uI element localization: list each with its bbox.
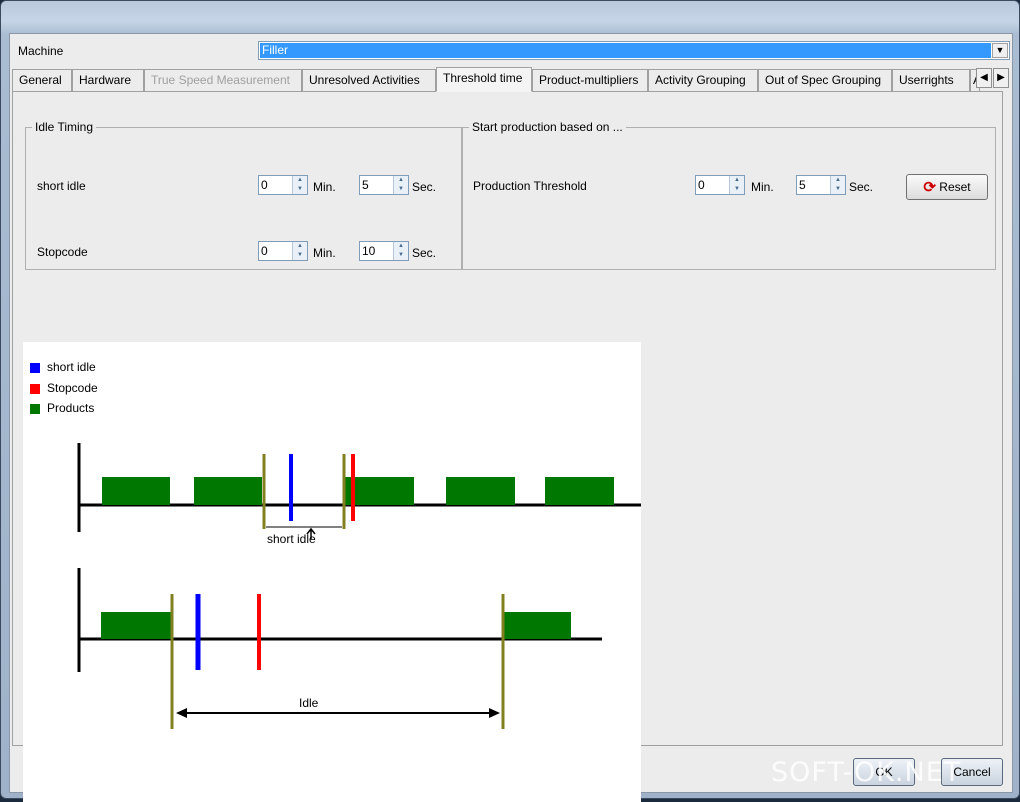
timeline-diagram-svg <box>77 443 641 729</box>
threshold-min-unit: Min. <box>751 180 774 194</box>
tab-hardware[interactable]: Hardware <box>72 69 144 91</box>
spinner-buttons[interactable]: ▲ ▼ <box>830 176 845 194</box>
spinner-buttons[interactable]: ▲ ▼ <box>729 176 744 194</box>
machine-select-value: Filler <box>260 43 991 58</box>
threshold-min-value[interactable]: 0 <box>698 178 705 192</box>
reset-icon: ⟳ <box>923 178 936 196</box>
spin-down-icon[interactable]: ▼ <box>394 251 408 260</box>
tab-out-of-spec-grouping[interactable]: Out of Spec Grouping <box>758 69 892 91</box>
top-product-block <box>545 477 614 505</box>
stopcode-min-unit: Min. <box>313 246 336 260</box>
chevron-down-icon[interactable]: ▼ <box>992 43 1008 58</box>
short-idle-min-value[interactable]: 0 <box>261 178 268 192</box>
arrow-left-icon <box>176 708 187 718</box>
threshold-sec-unit: Sec. <box>849 180 874 194</box>
short-idle-min-unit: Min. <box>313 180 336 194</box>
stopcode-sec-value[interactable]: 10 <box>362 244 375 258</box>
idle-annotation: Idle <box>299 696 319 710</box>
machine-label: Machine <box>18 44 64 58</box>
spin-down-icon[interactable]: ▼ <box>293 251 307 260</box>
spin-down-icon[interactable]: ▼ <box>293 185 307 194</box>
short-idle-annotation: short idle <box>267 532 316 546</box>
threshold-sec-stepper[interactable]: 5 ▲ ▼ <box>796 175 846 195</box>
short-idle-label: short idle <box>37 179 86 193</box>
dialog-window: Machine Filler ▼ General Hardware True S… <box>0 0 1020 802</box>
machine-select[interactable]: Filler ▼ <box>258 41 1010 60</box>
spin-up-icon[interactable]: ▲ <box>293 176 307 185</box>
reset-button-label: Reset <box>939 180 971 194</box>
tab-unresolved-activities[interactable]: Unresolved Activities <box>302 69 436 91</box>
spinner-buttons[interactable]: ▲ ▼ <box>393 176 408 194</box>
stopcode-min-value[interactable]: 0 <box>261 244 268 258</box>
short-idle-sec-value[interactable]: 5 <box>362 178 369 192</box>
spin-up-icon[interactable]: ▲ <box>394 176 408 185</box>
spin-up-icon[interactable]: ▲ <box>831 176 845 185</box>
short-idle-sec-unit: Sec. <box>412 180 437 194</box>
idle-timing-title: Idle Timing <box>35 120 94 134</box>
tab-threshold-time[interactable]: Threshold time <box>436 67 532 92</box>
top-product-block <box>194 477 262 505</box>
spin-up-icon[interactable]: ▲ <box>394 242 408 251</box>
top-product-block <box>102 477 170 505</box>
stopcode-sec-stepper[interactable]: 10 ▲ ▼ <box>359 241 409 261</box>
tab-panel-threshold-time: Idle Timing short idle 0 ▲ ▼ Min. 5 ▲ ▼ Se… <box>12 91 1003 802</box>
stopcode-sec-unit: Sec. <box>412 246 437 260</box>
spin-up-icon[interactable]: ▲ <box>293 242 307 251</box>
tab-bar: General Hardware True Speed Measurement … <box>12 67 1012 92</box>
threshold-sec-value[interactable]: 5 <box>799 178 806 192</box>
start-production-title: Start production based on ... <box>472 120 623 134</box>
spin-up-icon[interactable]: ▲ <box>730 176 744 185</box>
threshold-min-stepper[interactable]: 0 ▲ ▼ <box>695 175 745 195</box>
title-bar[interactable] <box>1 1 1019 33</box>
tab-scroll-left-icon[interactable]: ◀ <box>976 68 992 88</box>
spin-down-icon[interactable]: ▼ <box>394 185 408 194</box>
watermark: SOFT-OK.NET <box>771 757 962 788</box>
spinner-buttons[interactable]: ▲ ▼ <box>393 242 408 260</box>
reset-button[interactable]: ⟳ Reset <box>906 174 988 200</box>
bottom-product-block <box>504 612 571 639</box>
tab-true-speed-measurement: True Speed Measurement <box>144 69 302 91</box>
bottom-product-block <box>101 612 171 639</box>
spin-down-icon[interactable]: ▼ <box>831 185 845 194</box>
short-idle-sec-stepper[interactable]: 5 ▲ ▼ <box>359 175 409 195</box>
tab-general[interactable]: General <box>12 69 72 91</box>
tab-activity-grouping[interactable]: Activity Grouping <box>648 69 758 91</box>
dialog-client-area: Machine Filler ▼ General Hardware True S… <box>9 33 1013 802</box>
spin-down-icon[interactable]: ▼ <box>730 185 744 194</box>
tab-userrights[interactable]: Userrights <box>892 69 970 91</box>
top-product-block <box>446 477 515 505</box>
tab-product-multipliers[interactable]: Product-multipliers <box>532 69 648 91</box>
production-threshold-label: Production Threshold <box>473 179 587 193</box>
arrow-right-icon <box>489 708 500 718</box>
spinner-buttons[interactable]: ▲ ▼ <box>292 176 307 194</box>
threshold-diagram: short idle Stopcode Products short idle … <box>23 342 641 802</box>
stopcode-label: Stopcode <box>37 245 88 259</box>
stopcode-min-stepper[interactable]: 0 ▲ ▼ <box>258 241 308 261</box>
short-idle-min-stepper[interactable]: 0 ▲ ▼ <box>258 175 308 195</box>
spinner-buttons[interactable]: ▲ ▼ <box>292 242 307 260</box>
tab-scroll-right-icon[interactable]: ▶ <box>993 68 1009 88</box>
